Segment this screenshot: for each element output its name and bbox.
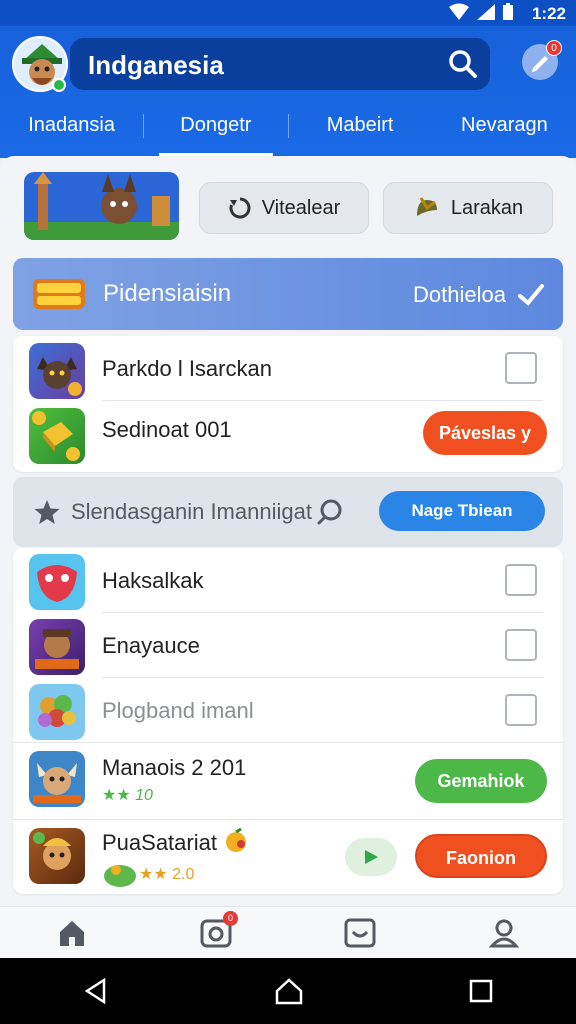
viking-character-icon — [33, 763, 81, 803]
nav-messages[interactable] — [340, 913, 380, 953]
barbarian-character-icon — [33, 832, 71, 870]
green-mascot-icon — [104, 865, 136, 887]
search-bar[interactable]: Indganesia — [70, 38, 490, 90]
play-icon — [365, 850, 378, 864]
promo-game-art-icon — [24, 172, 179, 240]
list-item-checkbox[interactable] — [505, 352, 537, 384]
nav-home[interactable] — [52, 913, 92, 953]
status-icons — [448, 3, 514, 21]
nav-profile[interactable] — [484, 913, 524, 953]
tab-inadansia[interactable]: Inadansia — [0, 110, 143, 156]
gold-block-icon — [32, 411, 80, 461]
game-thumbnail — [29, 554, 85, 610]
tab-mabeirt[interactable]: Mabeirt — [289, 110, 432, 156]
leaf-icon — [416, 197, 437, 216]
signal-icon — [477, 4, 495, 20]
home-button-icon[interactable] — [274, 977, 304, 1005]
profile-icon — [489, 919, 519, 947]
list-item-title: PuaSatariat — [102, 830, 217, 855]
list-item-title: Enayauce — [102, 633, 200, 658]
section-game-logo-icon — [33, 279, 85, 309]
list-item[interactable]: PuaSatariat ★★ 2.0 Faonion — [13, 820, 563, 894]
section-header-slendasganin: Slendasganin Imanniigat Nage Tbiean — [13, 477, 563, 547]
list-item[interactable]: Plogband imanl — [13, 678, 563, 742]
section-header-pidensiaisin[interactable]: Pidensiaisin Dothieloa — [13, 258, 563, 330]
system-navigation-bar — [0, 958, 576, 1024]
status-bar: 1:22 — [0, 0, 576, 26]
list-item-title: Sedinoat 001 — [102, 417, 232, 442]
game-character-icon — [37, 357, 82, 396]
game-thumbnail — [29, 408, 85, 464]
wifi-icon — [449, 3, 469, 20]
main-content: Vitealear Larakan Pidensiaisin Dothieloa — [0, 156, 576, 906]
bottom-navigation: 0 — [0, 906, 576, 958]
notification-badge: 0 — [546, 40, 562, 56]
checkmark-icon[interactable] — [518, 282, 544, 308]
list-item-checkbox[interactable] — [505, 694, 537, 726]
section-title: Pidensiaisin — [103, 280, 232, 307]
promo-banner-image[interactable] — [24, 172, 179, 240]
paveslas-button[interactable]: Páveslas y — [423, 411, 547, 455]
notification-button[interactable]: 0 — [522, 40, 562, 80]
star-icon — [34, 500, 60, 524]
list-item-title: Manaois 2 201 — [102, 755, 247, 780]
list-item-title: Haksalkak — [102, 568, 204, 593]
home-icon — [60, 920, 84, 946]
larakan-button[interactable]: Larakan — [383, 182, 553, 234]
battery-icon — [503, 3, 513, 20]
play-button[interactable] — [345, 838, 397, 876]
status-time: 1:22 — [531, 4, 566, 23]
list-item-checkbox[interactable] — [505, 629, 537, 661]
larakan-label: Larakan — [450, 196, 524, 219]
nage-tbiean-button[interactable]: Nage Tbiean — [379, 491, 545, 531]
vitealear-button[interactable]: Vitealear — [199, 182, 369, 234]
red-mask-icon — [37, 565, 77, 602]
gem-cluster-icon — [38, 695, 76, 727]
list-item-title: Plogband imanl — [102, 698, 254, 723]
tab-bar: Inadansia Dongetr Mabeirt Nevaragn — [0, 110, 576, 156]
game-thumbnail — [29, 343, 85, 399]
recents-icon[interactable] — [468, 978, 494, 1004]
list-item-title: Parkdo l Isarckan — [102, 356, 272, 381]
game-thumbnail — [29, 684, 85, 740]
game-thumbnail — [29, 619, 85, 675]
refresh-icon — [229, 197, 251, 219]
app-header: Indganesia 0 Inadansia Dongetr Mabeirt N… — [0, 26, 576, 158]
gemahiok-button[interactable]: Gemahiok — [415, 759, 547, 803]
game-thumbnail — [29, 828, 85, 884]
list-item-checkbox[interactable] — [505, 564, 537, 596]
section-action-label[interactable]: Dothieloa — [413, 282, 506, 308]
fruit-icon — [226, 828, 246, 852]
list-item[interactable]: Parkdo l Isarckan — [13, 336, 563, 400]
section1-list: Parkdo l Isarckan Sedinoat 001 Páveslas … — [13, 336, 563, 472]
warrior-character-icon — [35, 629, 79, 669]
section-title: Slendasganin Imanniigat — [71, 499, 312, 524]
search-icon[interactable] — [317, 499, 343, 525]
section2-list: Haksalkak Enayauce Plogband imanl Manaoi… — [13, 548, 563, 894]
list-item[interactable]: Manaois 2 201 ★★ 10 Gemahiok — [13, 743, 563, 819]
faonion-button[interactable]: Faonion — [415, 834, 547, 878]
tab-dongetr[interactable]: Dongetr — [144, 110, 287, 156]
message-box-icon — [344, 918, 376, 947]
list-item[interactable]: Haksalkak — [13, 548, 563, 612]
online-status-dot — [52, 78, 66, 92]
tab-nevaragn[interactable]: Nevaragn — [433, 110, 576, 156]
list-item-rating: ★★ 10 — [102, 787, 153, 804]
game-thumbnail — [29, 751, 85, 807]
search-icon[interactable] — [448, 49, 478, 79]
list-item-rating: ★★ 2.0 — [139, 866, 195, 883]
search-label: Indganesia — [88, 50, 224, 80]
nav-badge: 0 — [223, 910, 238, 926]
nav-camera[interactable]: 0 — [196, 910, 238, 953]
back-icon[interactable] — [82, 977, 110, 1005]
list-item[interactable]: Sedinoat 001 Páveslas y — [13, 401, 563, 471]
vitealear-label: Vitealear — [261, 196, 341, 219]
list-item[interactable]: Enayauce — [13, 613, 563, 677]
